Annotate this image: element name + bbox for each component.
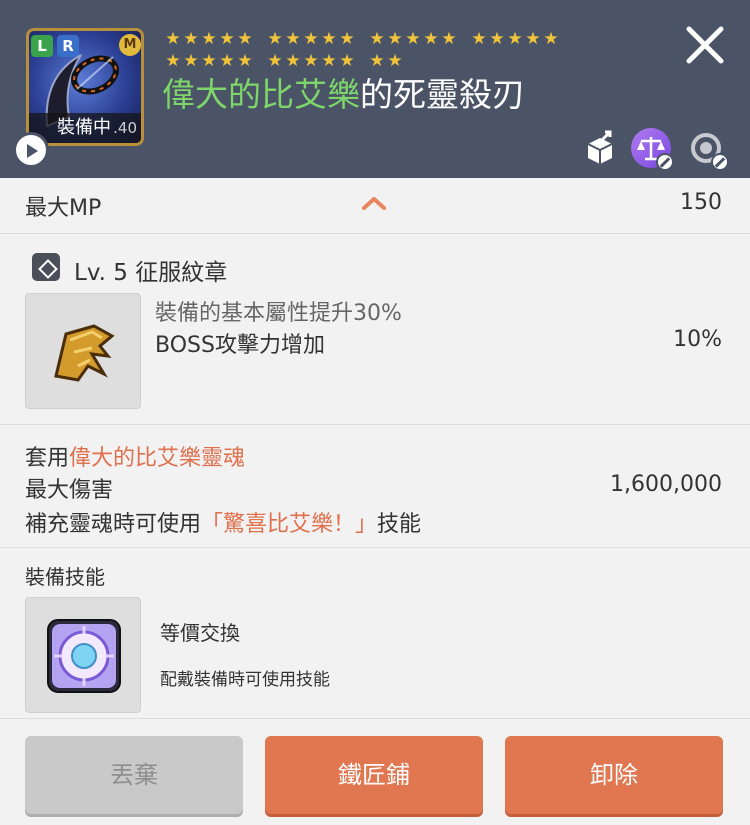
item-title-highlight: 偉大的比艾樂: [162, 75, 360, 114]
storage-box-button[interactable]: [580, 128, 620, 168]
skill-description: 配戴裝備時可使用技能: [160, 670, 330, 690]
conquest-emblem-icon: [54, 324, 115, 382]
star-icon: ★: [165, 29, 181, 49]
star-icon: ★: [405, 29, 421, 49]
soul-stat-label: 最大傷害: [25, 478, 114, 503]
star-icon: ★: [387, 29, 403, 49]
badge-m: M: [119, 34, 141, 56]
item-icon: L R M 裝備中 .40: [26, 28, 144, 146]
badge-l: L: [31, 35, 53, 57]
star-icon: ★: [441, 29, 457, 49]
soul-skill-suffix: 技能: [377, 512, 422, 537]
item-title-rest: 的死靈殺刃: [360, 75, 525, 114]
emblem-stat-value: 10%: [673, 327, 722, 352]
soul-skill-name: 「驚喜比艾樂！」: [201, 512, 378, 537]
star-icon: ★: [489, 29, 505, 49]
soul-skill-line: 補充靈魂時可使用「驚喜比艾樂！」技能: [25, 506, 421, 538]
transfer-button[interactable]: [686, 128, 729, 171]
equipped-bar: 裝備中 .40: [29, 113, 141, 143]
emblem-title: Lv. 5 征服紋章: [74, 260, 228, 286]
star-icon: ★: [201, 29, 217, 49]
equipped-label: 裝備中: [57, 117, 111, 138]
soul-section: 套用偉大的比艾樂靈魂 最大傷害 1,600,000 補充靈魂時可使用「驚喜比艾樂…: [0, 426, 750, 548]
star-icon: ★: [369, 29, 385, 49]
star-icon: ★: [285, 29, 301, 49]
star-icon: ★: [303, 29, 319, 49]
equipped-number: .40: [113, 119, 137, 137]
close-button[interactable]: [682, 22, 728, 68]
ban-icon: [656, 153, 674, 171]
star-icon: ★: [237, 29, 253, 49]
emblem-stat-label: BOSS攻擊力增加: [155, 333, 325, 358]
equip-skill-heading: 裝備技能: [25, 565, 105, 589]
star-icon: ★: [507, 29, 523, 49]
item-details-panel[interactable]: 最大MP 150 Lv. 5 征服紋章 裝備的基本屬性提升30% BOSS攻擊力…: [0, 178, 750, 718]
star-icon: ★: [471, 29, 487, 49]
star-icon: ★: [219, 29, 235, 49]
blacksmith-button[interactable]: 鐵匠鋪: [265, 736, 483, 814]
unequip-button[interactable]: 卸除: [505, 736, 723, 814]
star-icon: ★: [423, 29, 439, 49]
star-icon: ★: [543, 29, 559, 49]
star-icon: ★: [525, 29, 541, 49]
star-icon: ★: [267, 29, 283, 49]
ban-icon: [711, 153, 729, 171]
item-title: 偉大的比艾樂的死靈殺刃: [162, 68, 525, 116]
close-icon: [686, 26, 724, 64]
item-header: L R M 裝備中 .40 ★ ★ ★ ★ ★ ★ ★ ★ ★ ★ ★ ★ ★ ★ ★ ★ ★ ★ ★ ★ ★ ★…: [0, 0, 750, 178]
skill-icon-box[interactable]: [25, 597, 141, 713]
soul-stat-value: 1,600,000: [610, 472, 722, 497]
stat-label: 最大MP: [25, 196, 102, 221]
equip-skill-section: 裝備技能 等價交換 配戴裝備時可使用技能: [0, 549, 750, 718]
star-row-1: ★ ★ ★ ★ ★ ★ ★ ★ ★ ★ ★ ★ ★ ★ ★ ★ ★ ★ ★ ★: [164, 29, 584, 51]
action-bar: 丟棄 鐵匠鋪 卸除: [0, 718, 750, 825]
play-icon: [27, 144, 38, 158]
box-arrow-icon: [587, 130, 613, 164]
soul-prefix: 套用: [25, 446, 70, 471]
stat-value: 150: [680, 190, 722, 215]
badge-r: R: [57, 35, 79, 57]
equivalent-exchange-icon: [47, 619, 121, 693]
soul-applied-line: 套用偉大的比艾樂靈魂: [25, 440, 245, 472]
emblem-section: Lv. 5 征服紋章 裝備的基本屬性提升30% BOSS攻擊力增加 10%: [0, 235, 750, 425]
emblem-icon-box: [25, 293, 141, 409]
stat-row-max-mp: 最大MP 150: [0, 178, 750, 234]
star-force-stars: ★ ★ ★ ★ ★ ★ ★ ★ ★ ★ ★ ★ ★ ★ ★ ★ ★ ★ ★ ★ ★ ★ ★ ★ ★ ★ ★ ★ ★ ★ ★ ★: [164, 29, 584, 73]
skill-name: 等價交換: [160, 621, 240, 645]
collapse-button[interactable]: [360, 194, 388, 216]
soul-skill-prefix: 補充靈魂時可使用: [25, 512, 202, 537]
emblem-type-icon: [32, 253, 60, 281]
chevron-up-icon: [362, 197, 386, 210]
star-icon: ★: [339, 29, 355, 49]
play-button[interactable]: [13, 132, 49, 168]
discard-button[interactable]: 丟棄: [25, 736, 243, 814]
emblem-description: 裝備的基本屬性提升30%: [155, 301, 402, 326]
soul-name: 偉大的比艾樂靈魂: [69, 446, 246, 471]
star-icon: ★: [321, 29, 337, 49]
trade-scale-button[interactable]: [631, 128, 674, 171]
star-icon: ★: [183, 29, 199, 49]
